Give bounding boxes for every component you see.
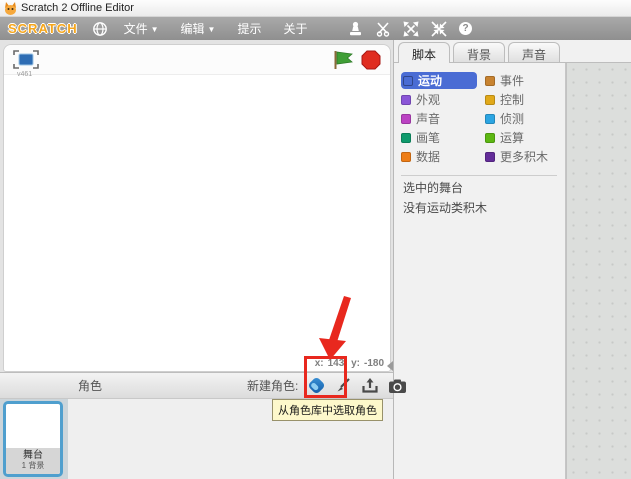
blocks-panel: 脚本 背景 声音 运动 事件 外观 控制 [393,40,631,479]
menu-about[interactable]: 关于 [283,20,307,37]
category-color-swatch [403,76,413,86]
tab-bar: 脚本 背景 声音 [398,42,560,63]
dropdown-arrow-icon: ▼ [151,25,159,34]
mouse-y-label: y: [351,358,360,369]
scratch-cat-icon [4,2,17,15]
duplicate-stamp-icon[interactable] [348,21,363,37]
sprite-tools-group: ? [348,17,472,40]
category-looks[interactable]: 外观 [401,91,485,108]
stage-area: v461 x: 143 y: -180 [3,44,391,372]
stage-thumbnail[interactable]: 舞台 1 背景 [3,401,63,477]
dropdown-arrow-icon: ▼ [208,25,216,34]
new-sprite-toolbar: 新建角色: [247,377,407,395]
sprite-library-tooltip: 从角色库中选取角色 [272,399,383,421]
fullscreen-icon[interactable] [12,49,40,70]
category-operators[interactable]: 运算 [485,129,567,146]
category-grid: 运动 事件 外观 控制 声音 [401,72,565,167]
mouse-coordinates: x: 143 y: -180 [311,358,384,369]
window-titlebar: Scratch 2 Offline Editor [0,0,631,17]
category-color-swatch [485,76,495,86]
category-data[interactable]: 数据 [401,148,485,165]
sprite-panel-title: 角色 [78,377,102,394]
tab-backdrops[interactable]: 背景 [453,42,505,63]
window-title: Scratch 2 Offline Editor [21,2,134,14]
new-sprite-label: 新建角色: [247,377,298,394]
menu-edit[interactable]: 编辑▼ [181,20,216,37]
category-color-swatch [401,152,411,162]
selected-target-label: 选中的舞台 [403,181,565,196]
category-color-swatch [485,133,495,143]
category-motion[interactable]: 运动 [401,72,477,89]
globe-language-icon[interactable] [92,21,108,37]
category-control[interactable]: 控制 [485,91,567,108]
version-label: v461 [17,71,32,78]
sprite-panel-header: 角色 新建角色: [0,372,393,399]
category-color-swatch [485,152,495,162]
stage-thumbnail-caption: 舞台 1 背景 [6,448,60,474]
no-blocks-message: 没有运动类积木 [403,201,565,216]
menu-bar: SCRATCH 文件▼ 编辑▼ 提示 关于 [0,17,631,40]
sprite-library-icon[interactable] [306,377,326,395]
palette-divider [401,175,557,176]
stage-header: v461 [4,45,390,75]
delete-scissors-icon[interactable] [375,21,391,37]
scratch-logo: SCRATCH [8,21,78,36]
stage-thumbnail-column: 舞台 1 背景 [0,399,68,479]
block-category-palette: 运动 事件 外观 控制 声音 [394,63,566,479]
grow-sprite-icon[interactable] [403,21,419,37]
help-icon[interactable]: ? [459,22,472,35]
mouse-y-value: -180 [364,358,384,369]
menu-tips[interactable]: 提示 [237,20,261,37]
camera-icon[interactable] [387,377,407,395]
category-more-blocks[interactable]: 更多积木 [485,148,567,165]
menu-file[interactable]: 文件▼ [124,20,159,37]
scripts-canvas[interactable] [566,63,631,479]
sprite-panel: 角色 新建角色: 舞台 1 背景 [0,372,393,479]
stage-thumbnail-title: 舞台 [6,450,60,461]
upload-sprite-icon[interactable] [360,377,380,395]
stage-backdrop-count: 1 背景 [6,461,60,471]
scratch-editor-window: Scratch 2 Offline Editor SCRATCH 文件▼ 编辑▼… [0,0,631,479]
category-color-swatch [485,114,495,124]
green-flag-icon[interactable] [332,49,354,71]
category-sensing[interactable]: 侦测 [485,110,567,127]
category-sound[interactable]: 声音 [401,110,485,127]
paintbrush-icon[interactable] [333,377,353,395]
stop-sign-icon[interactable] [360,49,382,71]
category-color-swatch [401,95,411,105]
category-color-swatch [485,95,495,105]
tab-scripts[interactable]: 脚本 [398,42,450,63]
mouse-x-value: 143 [328,358,345,369]
category-pen[interactable]: 画笔 [401,129,485,146]
tab-sounds[interactable]: 声音 [508,42,560,63]
category-color-swatch [401,133,411,143]
category-events[interactable]: 事件 [485,72,567,89]
mouse-x-label: x: [315,358,324,369]
category-color-swatch [401,114,411,124]
shrink-sprite-icon[interactable] [431,21,447,37]
